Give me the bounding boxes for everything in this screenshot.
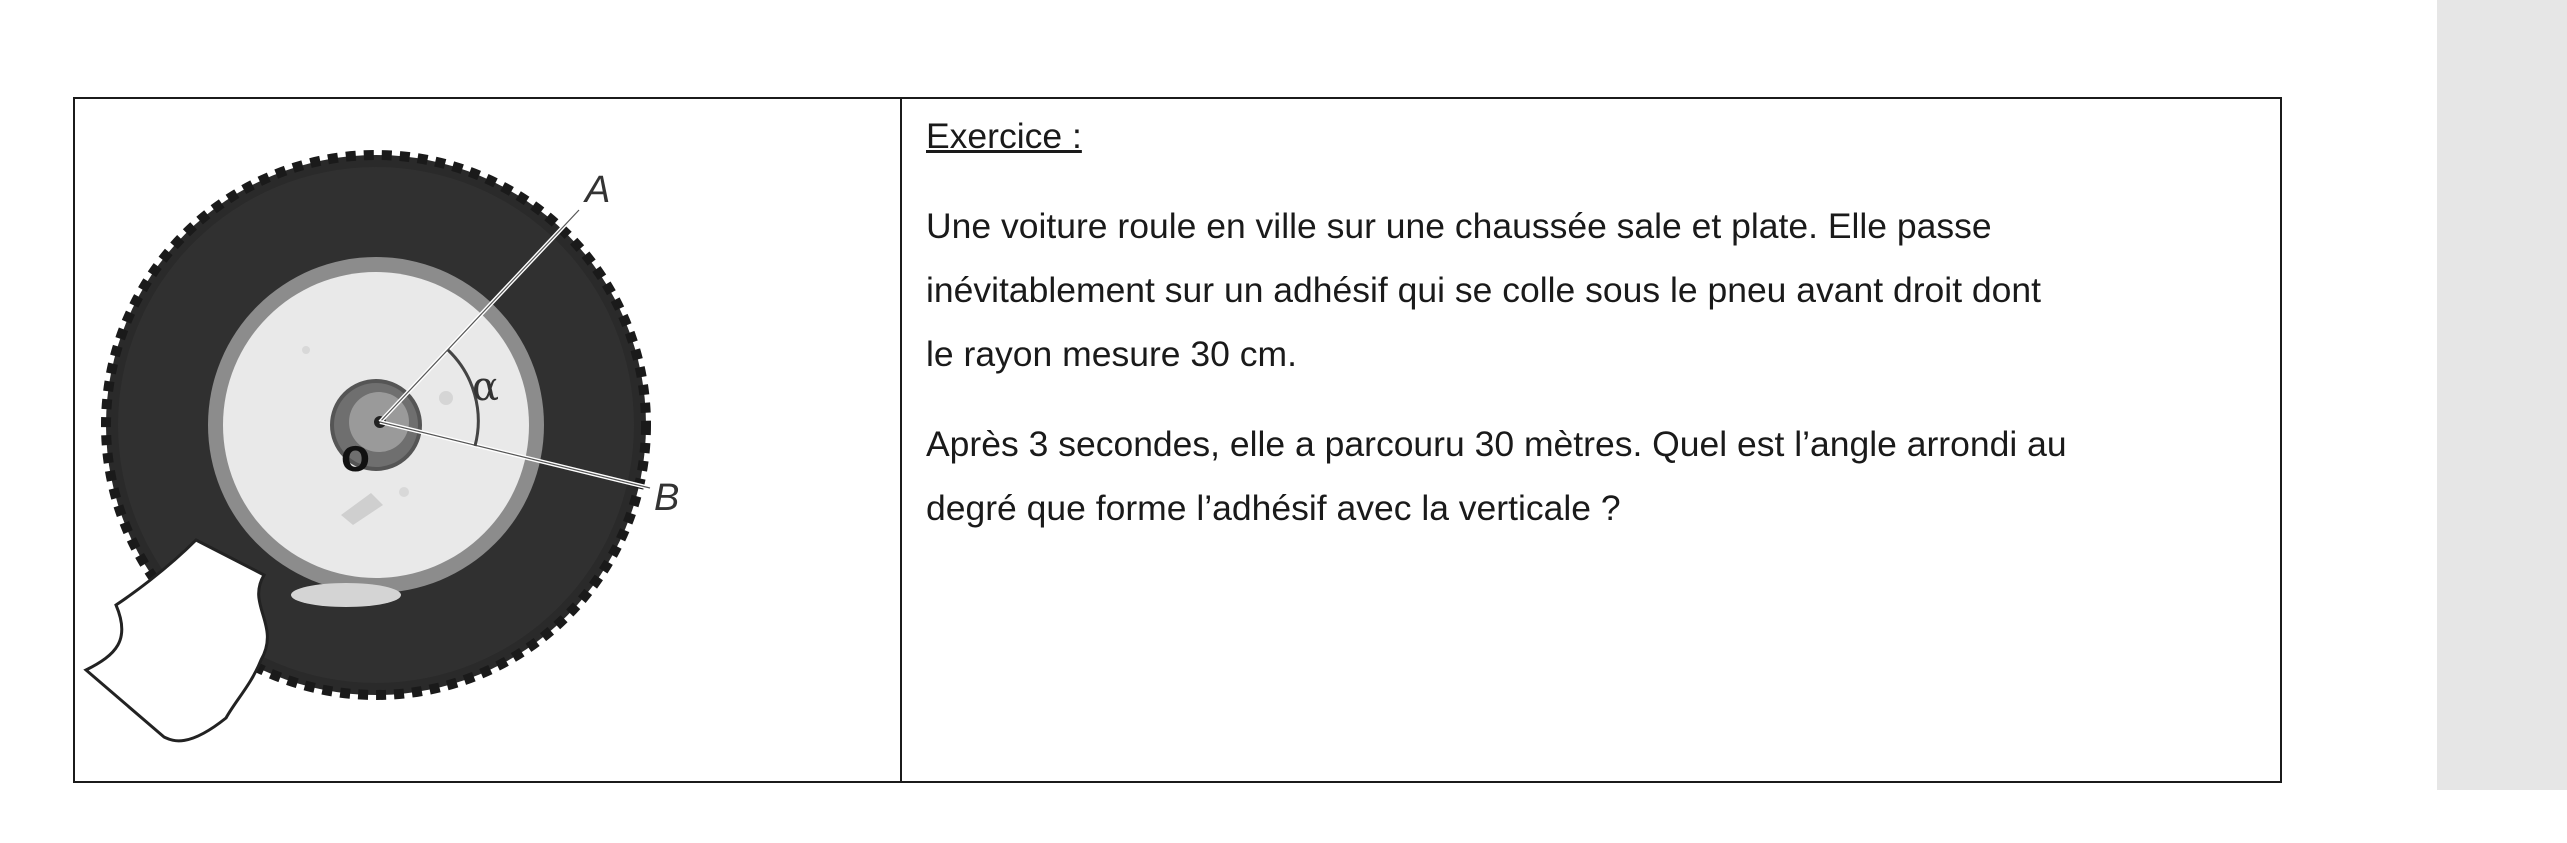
problem-question: Après 3 secondes, elle a parcouru 30 mèt…	[926, 412, 2266, 540]
question-line-2: degré que forme l’adhésif avec la vertic…	[926, 488, 1621, 528]
adhesive-sticker	[83, 538, 269, 743]
problem-line-1: Une voiture roule en ville sur une chaus…	[926, 206, 1992, 246]
table-column-divider	[900, 97, 902, 783]
problem-line-3: le rayon mesure 30 cm.	[926, 334, 1297, 374]
wheel-figure: A B α O	[83, 150, 679, 743]
label-b: B	[654, 477, 679, 519]
question-line-1: Après 3 secondes, elle a parcouru 30 mèt…	[926, 424, 2067, 464]
page-edge-strip	[2437, 0, 2567, 790]
label-a: A	[583, 169, 610, 211]
label-alpha: α	[472, 364, 499, 410]
exercise-text: Exercice : Une voiture roule en ville su…	[926, 104, 2266, 566]
problem-statement: Une voiture roule en ville sur une chaus…	[926, 194, 2266, 386]
label-o: O	[341, 440, 370, 480]
exercise-heading: Exercice :	[926, 116, 1082, 156]
problem-line-2: inévitablement sur un adhésif qui se col…	[926, 270, 2042, 310]
wheel-illustration: A B α O	[76, 100, 898, 780]
